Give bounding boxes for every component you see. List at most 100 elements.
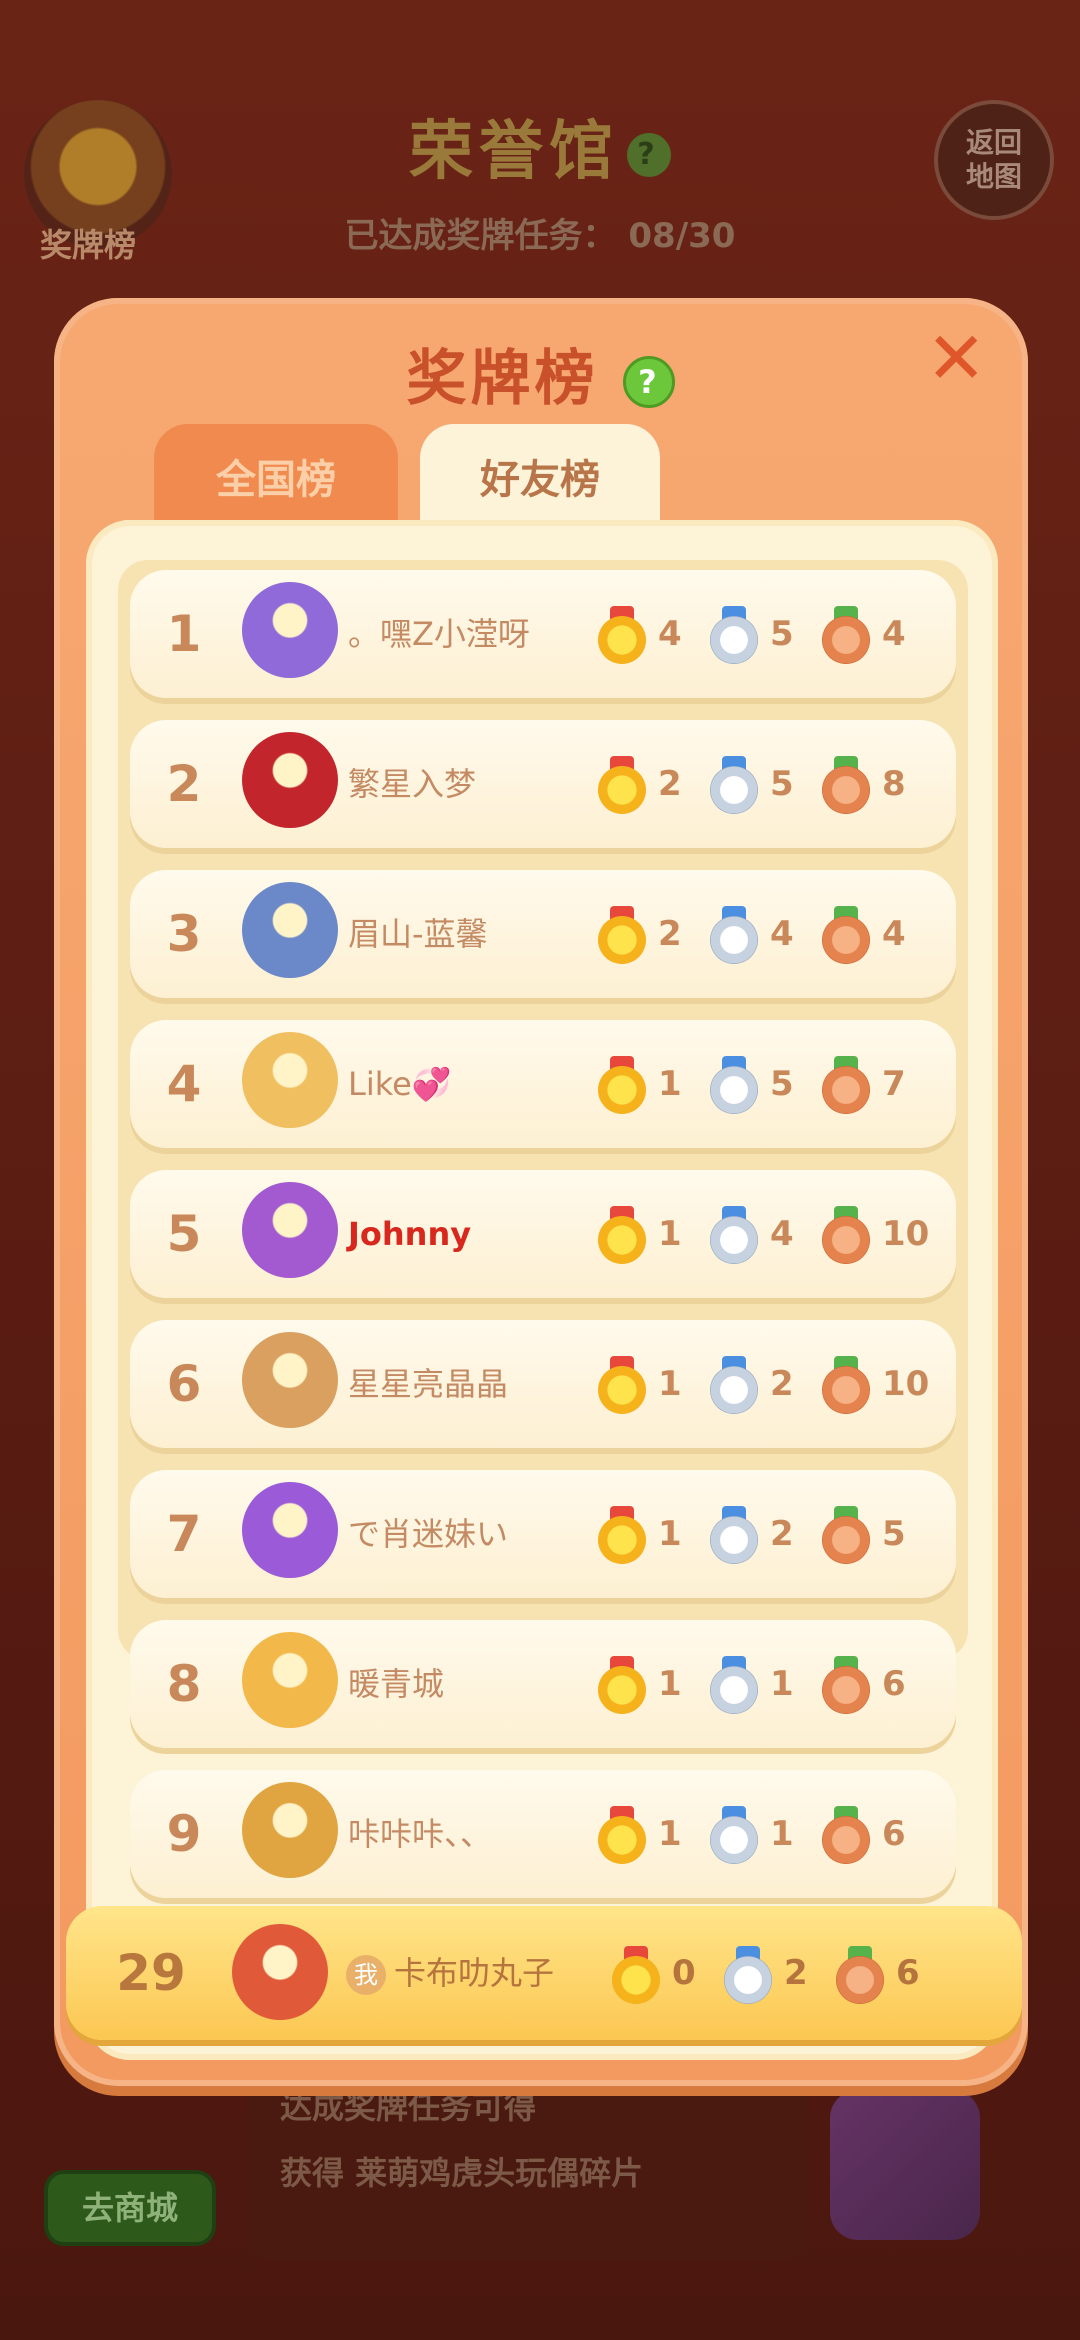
- leaderboard-row[interactable]: 8 暖青城 1 1 6: [130, 1620, 956, 1748]
- bronze-count: 6: [882, 1814, 906, 1854]
- leaderboard-row[interactable]: 6 星星亮晶晶 1 2 10: [130, 1320, 956, 1448]
- close-icon[interactable]: ✕: [926, 322, 986, 394]
- player-name: 眉山-蓝馨: [348, 915, 488, 953]
- my-silver-count: 2: [784, 1953, 808, 1993]
- reward-line-1: 达成奖牌任务可得: [280, 2088, 537, 2126]
- silver-count: 5: [770, 764, 794, 804]
- help-icon[interactable]: ?: [627, 133, 671, 178]
- bronze-medal-icon: [822, 1806, 870, 1864]
- rank-number: 3: [166, 905, 202, 963]
- gold-count: 1: [658, 1364, 682, 1404]
- leaderboard-row[interactable]: 7 で肖迷妹い 1 2 5: [130, 1470, 956, 1598]
- dialog-title: 奖牌榜 ?: [54, 330, 1028, 417]
- gold-medal-icon: [598, 1506, 646, 1564]
- player-name: 。嘿Z小滢呀: [348, 615, 530, 653]
- bronze-count: 5: [882, 1514, 906, 1554]
- avatar: [242, 882, 338, 978]
- hall-of-honor-title: 荣誉馆?: [0, 100, 1080, 192]
- my-gold-count: 0: [672, 1953, 696, 1993]
- bronze-medal-icon: [836, 1946, 884, 2004]
- gold-count: 1: [658, 1664, 682, 1704]
- leaderboard-frame: 1 。嘿Z小滢呀 4 5 4 2 繁星入梦 2 5 8 3 眉山-蓝馨 2 4 …: [86, 520, 998, 2060]
- tab-friends[interactable]: 好友榜: [420, 424, 660, 528]
- bronze-medal-icon: [822, 756, 870, 814]
- silver-count: 4: [770, 1214, 794, 1254]
- leaderboard-row[interactable]: 5 Johnny 1 4 10: [130, 1170, 956, 1298]
- gold-medal-icon: [598, 1806, 646, 1864]
- my-rank-row[interactable]: 29 我卡布叻丸子 0 2 6: [66, 1906, 1022, 2040]
- my-name: 我卡布叻丸子: [346, 1906, 554, 2040]
- go-to-shop-button[interactable]: 去商城: [44, 2170, 216, 2246]
- rank-number: 5: [166, 1205, 202, 1263]
- bronze-medal-icon: [822, 1206, 870, 1264]
- silver-medal-icon: [710, 1056, 758, 1114]
- my-rank: 29: [116, 1944, 186, 2002]
- bronze-medal-icon: [822, 906, 870, 964]
- player-name: で肖迷妹い: [348, 1515, 509, 1553]
- silver-medal-icon: [710, 906, 758, 964]
- rank-number: 9: [166, 1805, 202, 1863]
- player-name: 繁星入梦: [348, 765, 477, 803]
- bronze-count: 4: [882, 914, 906, 954]
- bronze-medal-icon: [822, 1356, 870, 1414]
- bronze-count: 6: [882, 1664, 906, 1704]
- rank-number: 6: [166, 1355, 202, 1413]
- avatar: [242, 1332, 338, 1428]
- bronze-count: 7: [882, 1064, 906, 1104]
- tab-national[interactable]: 全国榜: [154, 424, 398, 528]
- silver-medal-icon: [710, 1806, 758, 1864]
- player-name: Like💞: [348, 1065, 452, 1103]
- hall-of-honor-title-text: 荣誉馆: [409, 115, 619, 189]
- gold-count: 1: [658, 1214, 682, 1254]
- silver-count: 5: [770, 614, 794, 654]
- silver-medal-icon: [710, 1206, 758, 1264]
- bronze-medal-icon: [822, 606, 870, 664]
- silver-count: 1: [770, 1664, 794, 1704]
- rank-number: 4: [166, 1055, 202, 1113]
- silver-count: 2: [770, 1514, 794, 1554]
- rank-number: 1: [166, 605, 202, 663]
- gold-medal-icon: [598, 606, 646, 664]
- gold-medal-icon: [612, 1946, 660, 2004]
- silver-medal-icon: [724, 1946, 772, 2004]
- silver-medal-icon: [710, 1656, 758, 1714]
- bronze-count: 10: [882, 1214, 930, 1254]
- leaderboard-row[interactable]: 2 繁星入梦 2 5 8: [130, 720, 956, 848]
- leaderboard-row[interactable]: 3 眉山-蓝馨 2 4 4: [130, 870, 956, 998]
- gold-count: 2: [658, 764, 682, 804]
- help-icon[interactable]: ?: [623, 356, 676, 409]
- gold-medal-icon: [598, 1056, 646, 1114]
- player-name: 咔咔咔、、: [348, 1815, 493, 1853]
- silver-medal-icon: [710, 606, 758, 664]
- gold-medal-icon: [598, 906, 646, 964]
- leaderboard-list[interactable]: 1 。嘿Z小滢呀 4 5 4 2 繁星入梦 2 5 8 3 眉山-蓝馨 2 4 …: [118, 560, 968, 1898]
- silver-count: 1: [770, 1814, 794, 1854]
- avatar: [242, 1782, 338, 1878]
- avatar: [242, 1632, 338, 1728]
- gold-medal-icon: [598, 1656, 646, 1714]
- dialog-title-text: 奖牌榜: [406, 344, 599, 414]
- leaderboard-row[interactable]: 1 。嘿Z小滢呀 4 5 4: [130, 570, 956, 698]
- rank-number: 8: [166, 1655, 202, 1713]
- my-name-text: 卡布叻丸子: [394, 1954, 555, 1992]
- silver-medal-icon: [710, 756, 758, 814]
- bronze-count: 8: [882, 764, 906, 804]
- medal-task-progress: 已达成奖牌任务： 08/30: [344, 216, 736, 256]
- leaderboard-row[interactable]: 9 咔咔咔、、 1 1 6: [130, 1770, 956, 1898]
- silver-count: 5: [770, 1064, 794, 1104]
- gold-count: 1: [658, 1514, 682, 1554]
- bronze-count: 4: [882, 614, 906, 654]
- avatar: [242, 732, 338, 828]
- reward-line-2: 获得 莱萌鸡虎头玩偶碎片: [280, 2154, 644, 2192]
- avatar: [242, 1482, 338, 1578]
- back-to-map-button[interactable]: 返回 地图: [934, 100, 1054, 220]
- player-name: 暖青城: [348, 1665, 445, 1703]
- my-bronze-count: 6: [896, 1953, 920, 1993]
- rank-number: 7: [166, 1505, 202, 1563]
- silver-count: 2: [770, 1364, 794, 1404]
- gold-count: 1: [658, 1814, 682, 1854]
- avatar: [242, 582, 338, 678]
- gold-count: 2: [658, 914, 682, 954]
- silver-medal-icon: [710, 1506, 758, 1564]
- leaderboard-row[interactable]: 4 Like💞 1 5 7: [130, 1020, 956, 1148]
